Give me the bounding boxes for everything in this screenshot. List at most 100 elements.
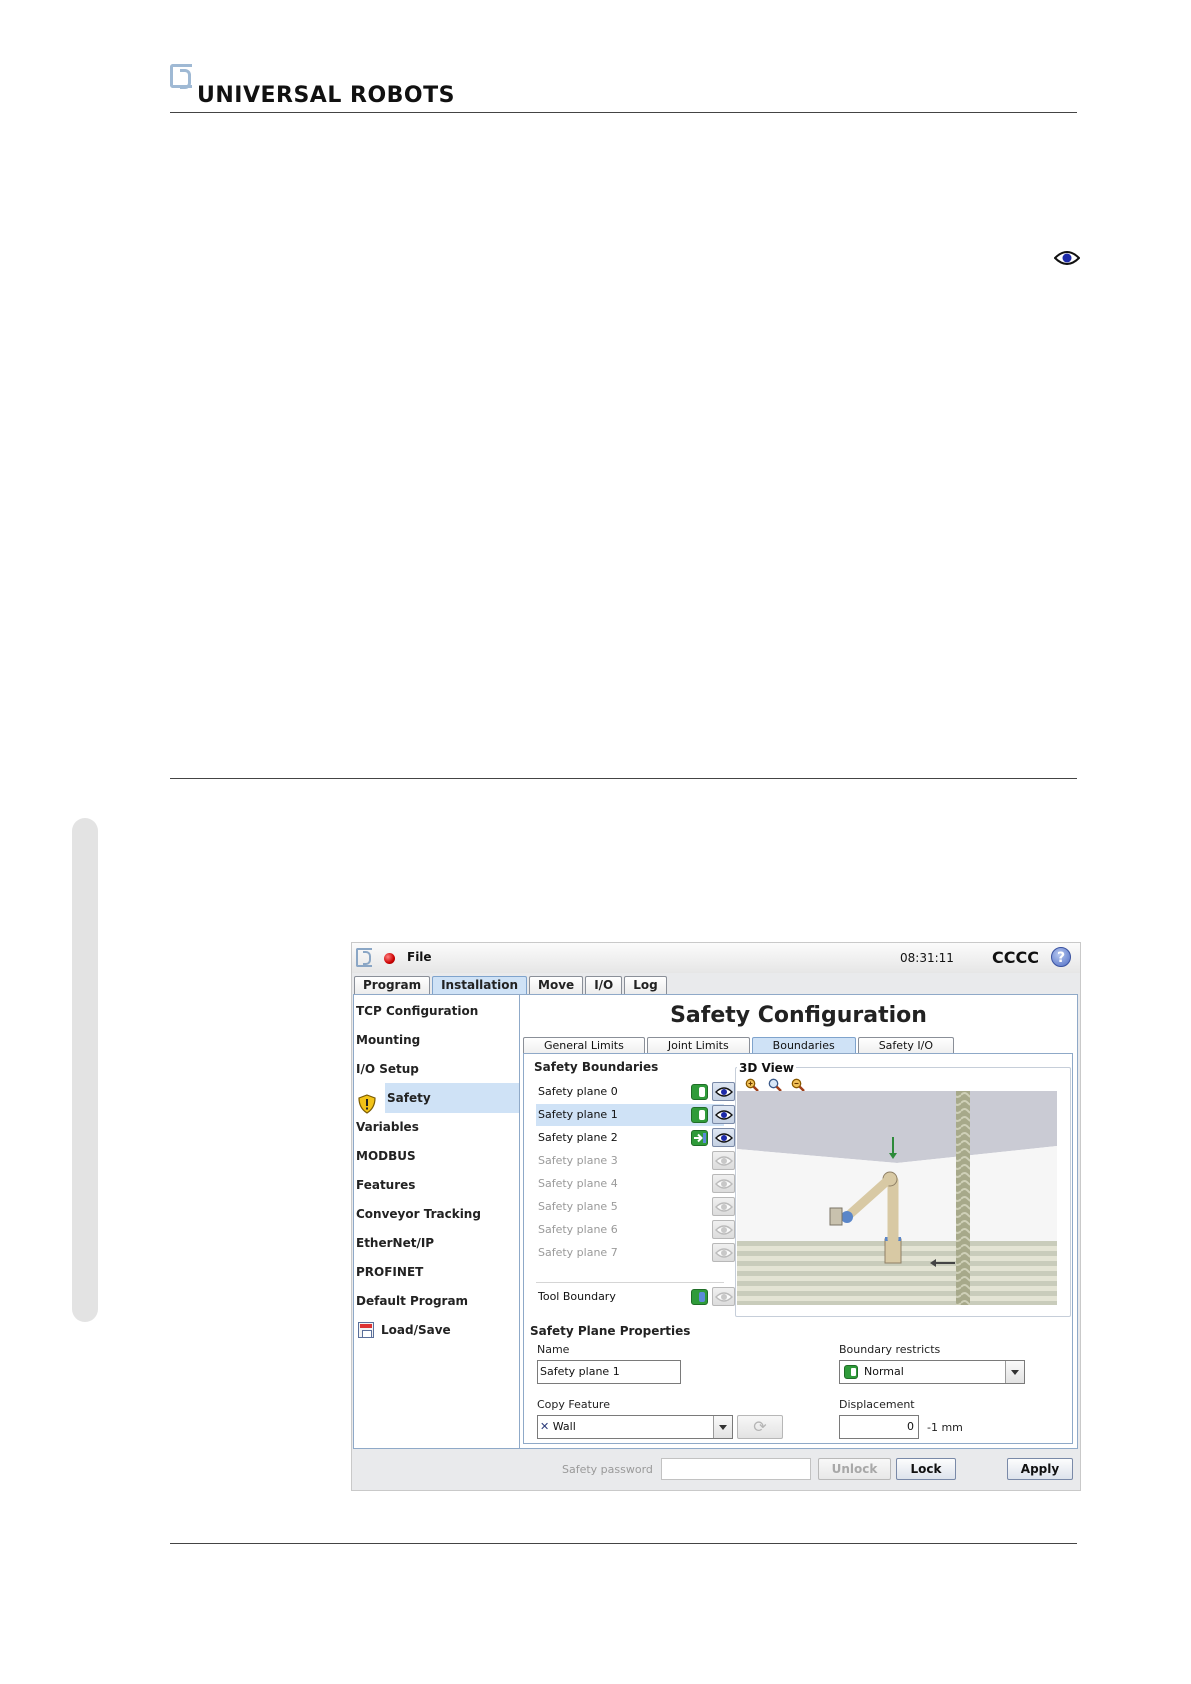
tab-boundaries[interactable]: Boundaries [751,1037,856,1054]
boundaries-frame: Safety Boundaries Safety plane 0 Safety … [523,1053,1073,1444]
visibility-toggle[interactable] [712,1197,735,1216]
tab-log[interactable]: Log [624,976,667,994]
normal-mode-icon [844,1365,858,1379]
apply-button[interactable]: Apply [1007,1458,1073,1480]
nav-variables[interactable]: Variables [356,1112,419,1142]
lock-button[interactable]: Lock [896,1458,956,1480]
visibility-toggle[interactable] [712,1287,735,1306]
safety-sub-tabs: General Limits Joint Limits Boundaries S… [523,1037,956,1054]
nav-load-save[interactable]: Load/Save [381,1315,451,1345]
nav-profinet[interactable]: PROFINET [356,1257,423,1287]
unlock-button[interactable]: Unlock [818,1458,891,1480]
robot-3d-scene[interactable] [737,1091,1057,1305]
tab-move[interactable]: Move [529,976,584,994]
eye-icon [1054,251,1080,265]
refresh-feature-button[interactable]: ⟳ [737,1415,783,1439]
nav-io-setup[interactable]: I/O Setup [356,1054,419,1084]
bottom-bar: Safety password Unlock Lock Apply [352,1451,1080,1490]
visibility-toggle[interactable] [712,1220,735,1239]
plane-name: Safety plane 4 [538,1177,618,1190]
list-item[interactable]: Safety plane 4 [536,1173,735,1195]
plane-name-input[interactable]: Safety plane 1 [537,1360,681,1384]
copy-feature-value: Wall [552,1420,576,1433]
list-item[interactable]: Safety plane 0 [536,1081,735,1103]
list-item[interactable]: Safety plane 5 [536,1196,735,1218]
list-item[interactable]: Safety plane 1 [536,1104,735,1126]
visibility-toggle[interactable] [712,1151,735,1170]
list-item[interactable]: Safety plane 7 [536,1242,735,1264]
chevron-down-icon[interactable] [713,1416,732,1438]
nav-ethernet-ip[interactable]: EtherNet/IP [356,1228,434,1258]
list-item[interactable]: Safety plane 3 [536,1150,735,1172]
plane-mode-toggle[interactable] [691,1084,708,1100]
displacement-input[interactable]: 0 [839,1415,919,1439]
tab-joint-limits[interactable]: Joint Limits [646,1037,750,1054]
list-item[interactable]: Safety plane 6 [536,1219,735,1241]
nav-mounting[interactable]: Mounting [356,1025,420,1055]
eye-icon [715,1225,733,1235]
displacement-label: Displacement [839,1398,915,1411]
footer-rule [170,1543,1077,1544]
tool-boundary-row[interactable]: Tool Boundary [536,1286,735,1308]
visibility-toggle[interactable] [712,1082,735,1101]
header-rule [170,112,1077,113]
copy-feature-select[interactable]: ✕ Wall [537,1415,733,1439]
zoom-fit-icon[interactable] [768,1078,782,1092]
chevron-down-icon[interactable] [1005,1361,1024,1383]
plane-trigger-toggle[interactable] [691,1130,708,1146]
plane-properties-heading: Safety Plane Properties [530,1324,691,1338]
eye-icon [715,1110,733,1120]
tool-boundary-toggle[interactable] [691,1289,708,1305]
visibility-toggle[interactable] [712,1174,735,1193]
trigger-arrow-icon [694,1133,706,1143]
ur-logo-icon [356,948,372,967]
eye-icon [715,1292,733,1302]
list-item[interactable]: Safety plane 2 [536,1127,735,1149]
visibility-toggle[interactable] [712,1128,735,1147]
zoom-out-icon[interactable] [791,1078,805,1092]
plane-name: Safety plane 5 [538,1200,618,1213]
file-menu[interactable]: File [407,950,432,964]
nav-modbus[interactable]: MODBUS [356,1141,416,1171]
warning-shield-icon [358,1094,376,1114]
tab-program[interactable]: Program [354,976,431,994]
nav-safety[interactable]: Safety [385,1083,519,1113]
divider [536,1282,724,1283]
safety-password-label: Safety password [562,1463,653,1476]
clock: 08:31:11 [900,951,954,965]
displacement-unit: -1 mm [927,1421,963,1434]
help-icon[interactable]: ? [1051,947,1071,967]
safety-password-input[interactable] [661,1458,811,1480]
installation-nav: TCP Configuration Mounting I/O Setup Saf… [353,994,520,1449]
tab-safety-io[interactable]: Safety I/O [857,1037,954,1054]
polyscope-screenshot: File 08:31:11 CCCC ? Program Installatio… [351,942,1081,1491]
name-label: Name [537,1343,570,1356]
eye-icon [715,1179,733,1189]
boundary-restricts-select[interactable]: Normal [839,1360,1025,1384]
tab-general-limits[interactable]: General Limits [523,1037,645,1054]
eye-icon [715,1087,733,1097]
robot-name: CCCC [992,948,1039,967]
boundary-restricts-label: Boundary restricts [839,1343,941,1356]
plane-name: Safety plane 2 [538,1131,618,1144]
zoom-in-icon[interactable] [745,1078,759,1092]
tab-installation[interactable]: Installation [432,976,528,994]
eye-icon [715,1202,733,1212]
status-led-icon [384,953,395,964]
feature-x-icon: ✕ [540,1420,550,1433]
nav-default-program[interactable]: Default Program [356,1286,468,1316]
visibility-toggle[interactable] [712,1105,735,1124]
plane-name: Safety plane 7 [538,1246,618,1259]
nav-conveyor-tracking[interactable]: Conveyor Tracking [356,1199,481,1229]
nav-features[interactable]: Features [356,1170,415,1200]
view-3d-label: 3D View [737,1061,796,1075]
tab-io[interactable]: I/O [585,976,623,994]
nav-tcp-configuration[interactable]: TCP Configuration [356,996,478,1026]
page-title: Safety Configuration [670,1003,927,1028]
main-tabs: Program Installation Move I/O Log [354,976,669,994]
visibility-toggle[interactable] [712,1243,735,1262]
page-side-strip [72,818,98,1322]
plane-mode-toggle[interactable] [691,1107,708,1123]
eye-icon [715,1133,733,1143]
plane-name: Safety plane 3 [538,1154,618,1167]
